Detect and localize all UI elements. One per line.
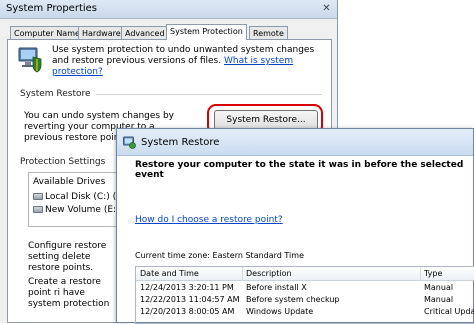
column-divider <box>242 267 243 281</box>
tab-hardware[interactable]: Hardware <box>78 26 125 40</box>
restore-heading: Restore your computer to the state it wa… <box>135 160 464 180</box>
system-properties-titlebar[interactable]: System Properties ✕ <box>0 0 337 19</box>
system-restore-button[interactable]: System Restore... <box>214 110 318 130</box>
protection-settings-group-label: Protection Settings <box>20 157 106 167</box>
tab-computer-name[interactable]: Computer Name <box>10 26 84 40</box>
window-title: System Properties <box>6 3 98 14</box>
group-divider <box>96 94 322 95</box>
cell-date: 12/24/2013 3:20:11 PM <box>140 283 234 292</box>
computer-shield-icon <box>18 45 42 73</box>
cell-type: Manual <box>424 283 454 292</box>
cell-description: Before system checkup <box>246 295 340 304</box>
table-row[interactable]: 12/22/2013 11:04:57 AM Before system che… <box>136 295 474 306</box>
intro-description: Use system protection to undo unwanted s… <box>52 45 322 78</box>
table-row[interactable]: 12/20/2013 8:00:05 AM Windows Update Cri… <box>136 307 474 318</box>
column-header-date[interactable]: Date and Time <box>140 269 199 278</box>
drive-label: New Volume (E:) <box>45 205 120 215</box>
system-restore-title: System Restore <box>141 137 220 148</box>
current-timezone: Current time zone: Eastern Standard Time <box>135 251 304 260</box>
disk-icon <box>33 206 43 213</box>
system-restore-icon <box>123 136 136 149</box>
tab-system-protection[interactable]: System Protection <box>166 24 247 40</box>
system-restore-group-label: System Restore <box>20 89 91 99</box>
table-row[interactable]: 12/24/2013 3:20:11 PM Before install X M… <box>136 283 474 294</box>
cell-date: 12/20/2013 8:00:05 AM <box>140 307 235 316</box>
choose-restore-point-help-link[interactable]: How do I choose a restore point? <box>135 215 283 225</box>
cell-date: 12/22/2013 11:04:57 AM <box>140 295 240 304</box>
cell-type: Manual <box>424 295 454 304</box>
table-header: Date and Time Description Type <box>136 267 474 281</box>
tab-advanced[interactable]: Advanced <box>121 26 169 40</box>
column-header-type[interactable]: Type <box>424 269 442 278</box>
close-icon[interactable]: ✕ <box>320 3 333 15</box>
restore-points-table[interactable]: Date and Time Description Type 12/24/201… <box>135 266 474 324</box>
drive-item-e[interactable]: New Volume (E:) <box>33 205 120 216</box>
cell-description: Windows Update <box>246 307 314 316</box>
available-drives-header: Available Drives <box>33 177 106 187</box>
create-description: Create a restore point ri have system pr… <box>28 277 110 309</box>
tab-remote[interactable]: Remote <box>249 26 288 40</box>
disk-icon <box>33 193 43 200</box>
column-header-description[interactable]: Description <box>246 269 292 278</box>
cell-type: Critical Update <box>424 307 474 316</box>
cell-description: Before install X <box>246 283 307 292</box>
system-restore-window: System Restore Restore your computer to … <box>116 128 474 324</box>
configure-description: Configure restore setting delete restore… <box>28 241 107 273</box>
available-drives-list[interactable]: Available Drives Local Disk (C:) (Syst N… <box>28 172 135 227</box>
column-divider <box>420 267 421 281</box>
system-restore-titlebar[interactable]: System Restore <box>117 129 473 156</box>
